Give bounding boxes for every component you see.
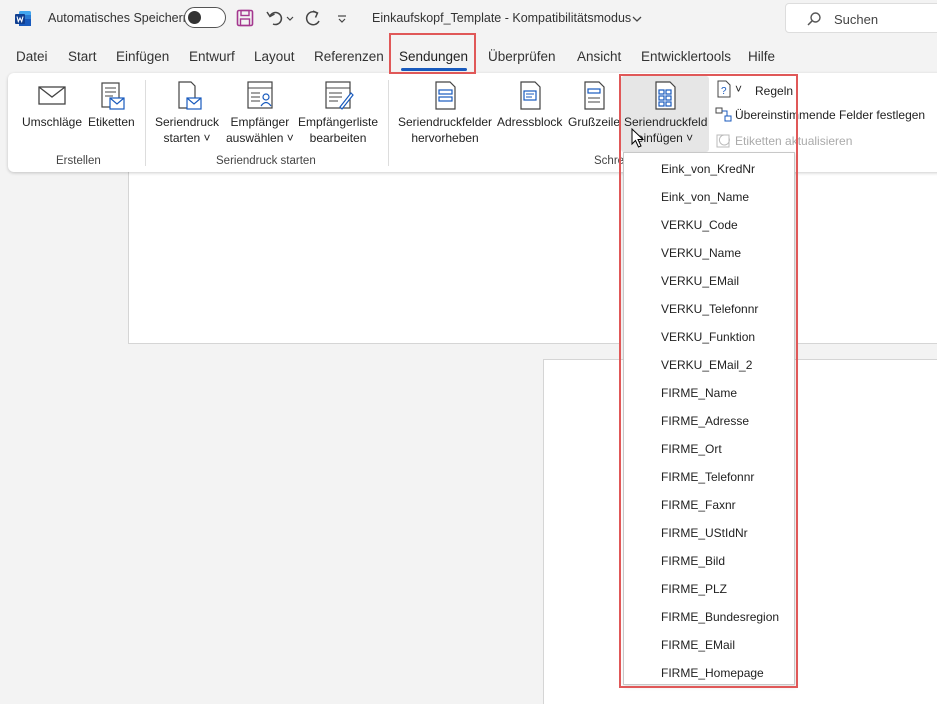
empfaenger-auswaehlen-button[interactable]: Empfänger auswählen ˅ xyxy=(226,80,294,146)
customize-qat-icon[interactable] xyxy=(335,8,349,28)
annotation-highlight-tab xyxy=(389,33,476,74)
group-separator xyxy=(145,80,146,166)
title-chevron-down-icon[interactable] xyxy=(631,13,643,25)
umschlaege-button[interactable]: Umschläge xyxy=(22,82,82,130)
labels-icon xyxy=(101,82,125,110)
autosave-label: Automatisches Speichern xyxy=(48,11,190,25)
seriendruck-starten-button[interactable]: Seriendruck starten ˅ xyxy=(155,80,219,146)
seriendruckfelder-hervorheben-button[interactable]: Seriendruckfelder hervorheben xyxy=(398,80,492,146)
tab-datei[interactable]: Datei xyxy=(16,49,48,64)
group-separator-2 xyxy=(388,80,389,166)
mail-merge-start-icon xyxy=(178,81,202,110)
group-label-seriendruck-starten: Seriendruck starten xyxy=(216,155,316,167)
annotation-highlight-dropdown xyxy=(619,74,798,688)
address-block-icon xyxy=(520,81,541,110)
greeting-line-icon xyxy=(584,81,605,110)
tab-hilfe[interactable]: Hilfe xyxy=(748,49,775,64)
tab-layout[interactable]: Layout xyxy=(254,49,295,64)
tab-ansicht[interactable]: Ansicht xyxy=(577,49,621,64)
search-box[interactable]: Suchen xyxy=(785,3,937,33)
search-icon xyxy=(807,12,821,26)
document-page[interactable] xyxy=(128,172,620,344)
edit-recipient-list-icon xyxy=(325,81,354,110)
envelope-icon xyxy=(38,86,66,105)
mouse-cursor-icon xyxy=(631,128,645,148)
document-title[interactable]: Einkaufskopf_Template - Kompatibilitätsm… xyxy=(372,11,631,25)
highlight-fields-icon xyxy=(435,81,456,110)
undo-icon[interactable] xyxy=(265,8,285,28)
etiketten-button[interactable]: Etiketten xyxy=(88,82,135,130)
tab-entwurf[interactable]: Entwurf xyxy=(189,49,235,64)
redo-icon[interactable] xyxy=(303,8,323,28)
undo-dropdown-chevron-icon[interactable] xyxy=(285,8,295,28)
grusszeile-button[interactable]: Grußzeile xyxy=(568,80,620,130)
document-page-right[interactable] xyxy=(797,172,937,344)
group-label-erstellen: Erstellen xyxy=(56,155,101,167)
word-logo-icon xyxy=(15,11,31,26)
tab-einfuegen[interactable]: Einfügen xyxy=(116,49,169,64)
empfaengerliste-bearbeiten-button[interactable]: Empfängerliste bearbeiten xyxy=(298,80,378,146)
autosave-toggle[interactable] xyxy=(184,7,226,28)
tab-entwicklertools[interactable]: Entwicklertools xyxy=(641,49,731,64)
search-placeholder: Suchen xyxy=(834,12,879,27)
save-icon[interactable] xyxy=(235,8,255,28)
tab-start[interactable]: Start xyxy=(68,49,97,64)
tab-referenzen[interactable]: Referenzen xyxy=(314,49,384,64)
adressblock-button[interactable]: Adressblock xyxy=(497,80,562,130)
tab-ueberpruefen[interactable]: Überprüfen xyxy=(488,49,556,64)
select-recipients-icon xyxy=(247,81,273,109)
